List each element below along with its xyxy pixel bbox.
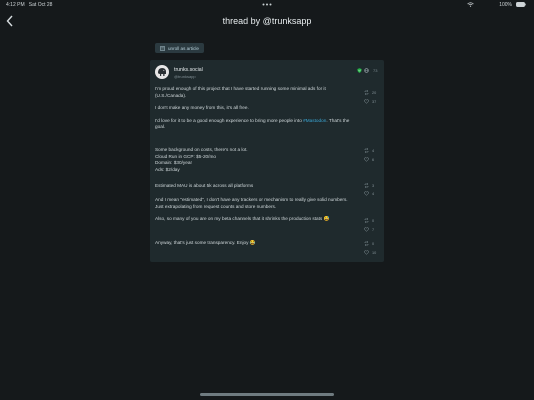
globe-icon xyxy=(364,68,369,73)
elephant-logo-icon xyxy=(158,68,166,76)
shield-check-icon xyxy=(357,68,362,73)
post-text: Anyway, that's just some transparency. E… xyxy=(155,240,256,245)
repost-icon xyxy=(364,90,369,95)
hashtag-link[interactable]: #Mastodon xyxy=(303,118,326,123)
home-indicator[interactable] xyxy=(200,393,334,396)
battery-percent: 100% xyxy=(499,2,512,8)
status-time: 4:12 PM Sat Oct 28 xyxy=(6,2,53,8)
post-text: And I mean "estimated", I don't have any… xyxy=(155,197,348,209)
repost-stat[interactable]: 4 xyxy=(364,148,378,153)
like-stat[interactable]: 37 xyxy=(364,99,378,104)
status-bar: 4:12 PM Sat Oct 28 100% xyxy=(0,0,534,10)
post-1: I'm proud enough of this project that I … xyxy=(155,86,355,131)
post-text: Estimated MAU is about 5k across all pla… xyxy=(155,183,254,188)
document-icon xyxy=(160,45,165,51)
wifi-icon xyxy=(467,2,474,7)
repost-stat[interactable]: 20 xyxy=(364,90,378,95)
heart-icon xyxy=(364,227,369,232)
post-3: Estimated MAU is about 5k across all pla… xyxy=(155,183,355,190)
repost-stat[interactable]: 0 xyxy=(364,218,378,223)
author-name[interactable]: trunks.social xyxy=(174,67,203,73)
heart-icon xyxy=(364,191,369,196)
heart-icon xyxy=(364,250,369,255)
heart-icon xyxy=(364,99,369,104)
battery-icon xyxy=(516,2,526,7)
more-dots-icon[interactable] xyxy=(262,3,272,6)
post-4: And I mean "estimated", I don't have any… xyxy=(155,197,355,210)
repost-icon xyxy=(364,218,369,223)
like-stat[interactable]: 4 xyxy=(364,191,378,196)
thread-card: trunks.social @trunksapp 73 I'm proud en… xyxy=(150,60,384,262)
post-text: Ads: $2/day xyxy=(155,166,180,172)
repost-icon xyxy=(364,148,369,153)
repost-stat[interactable]: 0 xyxy=(364,241,378,246)
page-title: thread by @trunksapp xyxy=(222,16,312,26)
header: thread by @trunksapp xyxy=(0,10,534,34)
repost-icon xyxy=(364,183,369,188)
avatar[interactable] xyxy=(155,65,169,79)
like-stat[interactable]: 10 xyxy=(364,250,378,255)
repost-icon xyxy=(364,241,369,246)
post-6: Anyway, that's just some transparency. E… xyxy=(155,240,355,247)
post-text: I'm proud enough of this project that I … xyxy=(155,86,326,98)
post-5: Also, so many of you are on my beta chan… xyxy=(155,216,355,223)
post-2: Some background on costs, there's not a … xyxy=(155,147,355,173)
like-stat[interactable]: 6 xyxy=(364,157,378,162)
post-text: Also, so many of you are on my beta chan… xyxy=(155,216,330,221)
heart-icon xyxy=(364,157,369,162)
post-text: I'd love for it to be a good enough expe… xyxy=(155,117,350,130)
unroll-as-article-button[interactable]: unroll as article xyxy=(155,43,204,53)
header-count: 73 xyxy=(373,68,378,73)
author-handle: @trunksapp xyxy=(174,74,196,79)
like-stat[interactable]: 7 xyxy=(364,227,378,232)
repost-stat[interactable]: 3 xyxy=(364,183,378,188)
unroll-label: unroll as article xyxy=(168,45,199,51)
